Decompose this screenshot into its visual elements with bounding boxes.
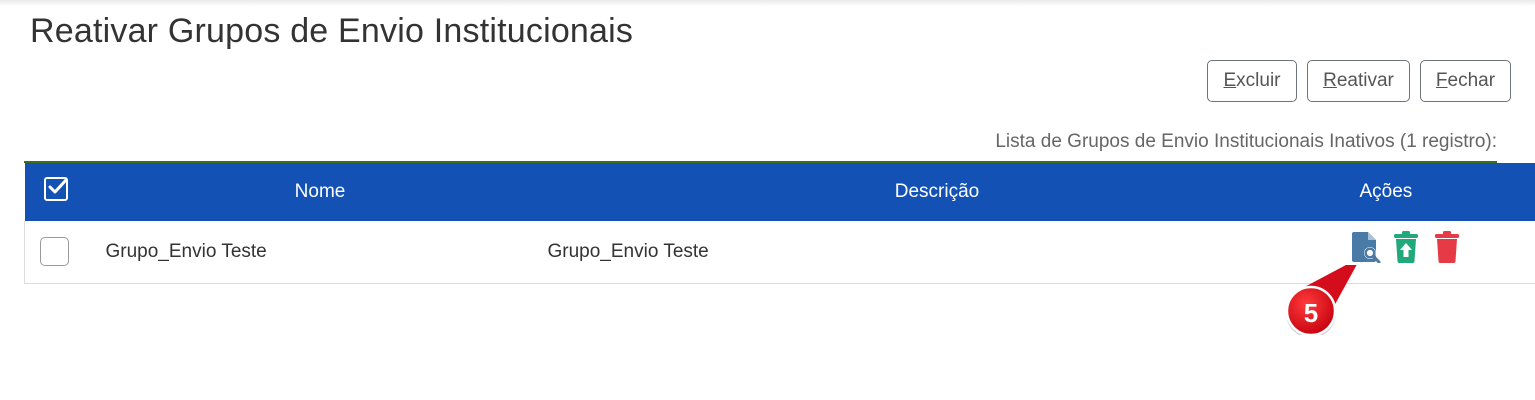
select-all-checkbox-icon[interactable] (43, 177, 68, 201)
view-document-icon[interactable] (1351, 231, 1382, 264)
row-descricao: Grupo_Envio Teste (547, 240, 709, 262)
groups-table-container: Nome Descrição Ações Grupo_Envio Teste G… (24, 161, 1535, 284)
table-header-row: Nome Descrição Ações (24, 163, 1535, 221)
excluir-label: xcluir (1236, 70, 1281, 91)
fechar-label: echar (1447, 70, 1496, 91)
row-nome: Grupo_Envio Teste (105, 240, 267, 262)
row-checkbox[interactable] (40, 237, 69, 267)
reativar-button[interactable]: Reativar (1307, 60, 1410, 102)
fechar-button[interactable]: Fechar (1420, 60, 1511, 102)
button-bar: Excluir Reativar Fechar (0, 60, 1535, 104)
header-descricao[interactable]: Descrição (541, 163, 1334, 221)
step-number: 5 (1303, 298, 1319, 328)
header-acoes: Ações (1359, 181, 1413, 202)
top-shadow (0, 0, 1535, 6)
row-select-cell (25, 221, 100, 283)
excluir-button[interactable]: Excluir (1207, 60, 1297, 102)
reativar-accesskey: R (1323, 70, 1337, 91)
header-select-all-cell (25, 163, 100, 221)
reactivate-icon[interactable] (1393, 230, 1423, 263)
page-title: Reativar Grupos de Envio Institucionais (30, 12, 634, 50)
reativar-label: eativar (1336, 70, 1394, 91)
header-nome[interactable]: Nome (100, 163, 541, 221)
excluir-accesskey: E (1223, 70, 1237, 91)
delete-icon[interactable] (1434, 230, 1464, 263)
step-callout-badge: 5 (1283, 265, 1357, 345)
table-caption: Lista de Grupos de Envio Institucionais … (995, 131, 1497, 152)
fechar-accesskey: F (1435, 70, 1448, 91)
